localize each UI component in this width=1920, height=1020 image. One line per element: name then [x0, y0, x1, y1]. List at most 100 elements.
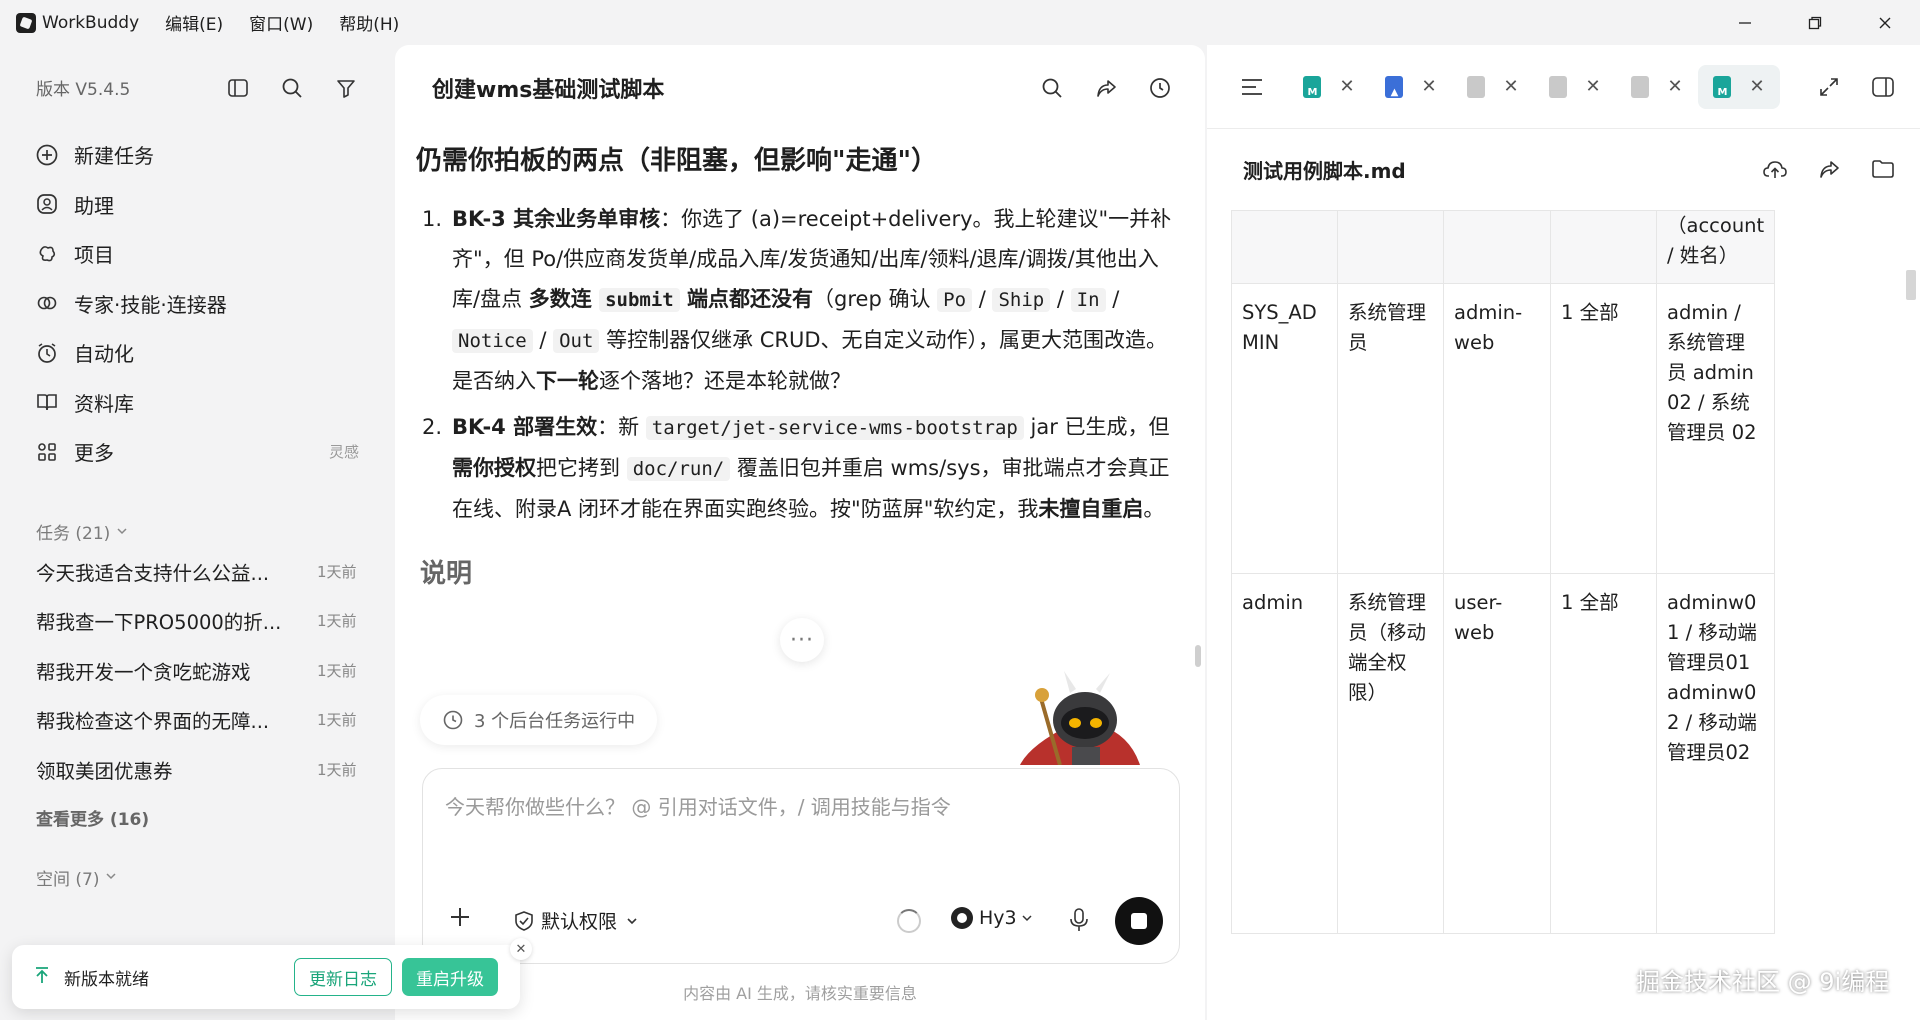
- nav-label: 资料库: [74, 391, 134, 416]
- close-tab-icon[interactable]: ✕: [1421, 76, 1436, 97]
- menu-edit[interactable]: 编辑(E): [165, 10, 223, 35]
- file-tab-bar: M ✕ ▲ ✕ ✕ ✕ ✕ M ✕: [1207, 45, 1920, 129]
- app-name: WorkBuddy: [42, 12, 140, 33]
- share-icon[interactable]: [1802, 149, 1856, 189]
- close-tab-icon[interactable]: ✕: [1339, 76, 1354, 97]
- search-icon[interactable]: [1025, 68, 1079, 108]
- message-content: 仍需你拍板的两点（非阻塞，但影响"走通"） 1. BK-3 其余业务单审核：你选了…: [416, 140, 1175, 590]
- close-tab-icon[interactable]: ✕: [1749, 76, 1764, 97]
- inline-code: Ship: [992, 288, 1051, 312]
- close-tab-icon[interactable]: ✕: [1667, 76, 1682, 97]
- message-input[interactable]: 今天帮你做些什么？ @ 引用对话文件，/ 调用技能与指令: [445, 791, 951, 820]
- table-cell: [1337, 210, 1444, 284]
- microphone-icon[interactable]: [1067, 907, 1091, 933]
- task-time: 1天前: [317, 562, 357, 581]
- table-cell: [1550, 210, 1657, 284]
- menu-lines-icon[interactable]: [1234, 69, 1270, 105]
- item-text: （grep 确认: [813, 287, 938, 311]
- file-tab[interactable]: ✕: [1534, 65, 1616, 109]
- nav-more[interactable]: 更多 灵感: [34, 427, 395, 477]
- restore-icon[interactable]: [1780, 0, 1850, 45]
- model-selector[interactable]: Hy3: [951, 907, 1033, 929]
- upload-cloud-icon[interactable]: [1748, 149, 1802, 189]
- separator: /: [532, 328, 554, 352]
- task-item[interactable]: 今天我适合支持什么公益... 1天前: [0, 547, 395, 597]
- file-tab[interactable]: ▲ ✕: [1370, 65, 1452, 109]
- nav-automation[interactable]: 自动化: [34, 328, 395, 378]
- close-window-icon[interactable]: [1850, 0, 1920, 45]
- inline-code: In: [1070, 288, 1106, 312]
- history-icon[interactable]: [1133, 68, 1187, 108]
- filter-icon[interactable]: [319, 68, 373, 108]
- nav-label: 助理: [74, 193, 114, 218]
- item-bold: BK-4 部署生效: [452, 415, 598, 439]
- attach-plus-icon[interactable]: [449, 901, 471, 936]
- task-title: 帮我开发一个贪吃蛇游戏: [36, 660, 251, 684]
- close-icon[interactable]: ✕: [510, 938, 532, 960]
- nav-library[interactable]: 资料库: [34, 378, 395, 428]
- stop-generation-button[interactable]: [1115, 897, 1163, 945]
- task-title: 领取美团优惠券: [36, 759, 173, 783]
- inspiration-hint[interactable]: 灵感: [329, 441, 359, 462]
- more-options-icon[interactable]: ···: [780, 618, 824, 662]
- file-tab[interactable]: M ✕: [1288, 65, 1370, 109]
- inline-code: doc/run/: [626, 457, 731, 481]
- sidebar-top: 版本 V5.4.5: [0, 45, 395, 130]
- table-row: SYS_ADMIN 系统管理员 admin-web 1 全部 admin / 系…: [1231, 283, 1776, 574]
- item-bold: 多数连: [528, 287, 600, 311]
- file-icon: [1631, 75, 1650, 98]
- task-item[interactable]: 帮我查一下PRO5000的折... 1天前: [0, 596, 395, 646]
- chat-scrollbar[interactable]: [1195, 645, 1201, 667]
- inline-code: submit: [599, 288, 680, 312]
- task-item[interactable]: 帮我开发一个贪吃蛇游戏 1天前: [0, 646, 395, 696]
- nav-expert[interactable]: 专家·技能·连接器: [34, 279, 395, 329]
- chat-title: 创建wms基础测试脚本: [432, 77, 665, 103]
- search-icon[interactable]: [265, 68, 319, 108]
- document-scrollbar[interactable]: [1906, 270, 1916, 300]
- nav-new-task[interactable]: 新建任务: [34, 130, 395, 180]
- item-text: ：新: [597, 415, 646, 439]
- nav-project[interactable]: 项目: [34, 229, 395, 279]
- minimize-icon[interactable]: [1710, 0, 1780, 45]
- toggle-panel-icon[interactable]: [1856, 67, 1910, 107]
- changelog-button[interactable]: 更新日志: [294, 958, 392, 996]
- inline-code: target/jet-service-wms-bootstrap: [645, 416, 1024, 440]
- message-heading: 仍需你拍板的两点（非阻塞，但影响"走通"）: [416, 146, 938, 176]
- chevron-down-icon: [105, 867, 117, 887]
- nav-assistant[interactable]: 助理: [34, 180, 395, 230]
- close-tab-icon[interactable]: ✕: [1585, 76, 1600, 97]
- permission-selector[interactable]: 默认权限: [513, 907, 639, 934]
- folder-icon[interactable]: [1856, 149, 1910, 189]
- document-title: 测试用例脚本.md: [1243, 158, 1406, 183]
- list-number: 2.: [422, 415, 443, 439]
- restart-upgrade-button[interactable]: 重启升级: [402, 958, 498, 996]
- see-more-tasks[interactable]: 查看更多 (16): [0, 800, 395, 834]
- tasks-header[interactable]: 任务 (21): [0, 517, 395, 547]
- inline-code: Notice: [452, 329, 533, 353]
- toggle-sidebar-icon[interactable]: [211, 68, 265, 108]
- tasks-header-label: 任务 (21): [36, 524, 111, 544]
- decision-list: 1. BK-3 其余业务单审核：你选了 (a)=receipt+delivery。…: [420, 199, 1175, 529]
- item-text: 逐个落地？还是本轮就做？: [599, 369, 851, 393]
- file-tab[interactable]: M ✕: [1698, 64, 1780, 109]
- item-bold: 未擅自重启: [1038, 497, 1144, 521]
- table-cell: admin / 系统管理员 admin02 / 系统管理员 02: [1655, 283, 1776, 574]
- chat-header: 创建wms基础测试脚本: [395, 45, 1205, 130]
- item-bold: 需你授权: [452, 456, 536, 480]
- task-item[interactable]: 帮我检查这个界面的无障... 1天前: [0, 695, 395, 745]
- chevron-down-icon: [627, 917, 637, 924]
- menu-window[interactable]: 窗口(W): [249, 10, 313, 35]
- table-cell: [1443, 210, 1551, 284]
- table-row: admin 系统管理员（移动端全权限） user-web 1 全部 adminw…: [1231, 573, 1776, 934]
- task-item[interactable]: 领取美团优惠券 1天前: [0, 745, 395, 795]
- file-tab[interactable]: ✕: [1452, 65, 1534, 109]
- menu-help[interactable]: 帮助(H): [339, 10, 399, 35]
- watermark-text: 掘金技术社区 @ 9i编程: [1636, 968, 1890, 996]
- space-header[interactable]: 空间 (7): [0, 862, 395, 892]
- expand-icon[interactable]: [1802, 67, 1856, 107]
- share-icon[interactable]: [1079, 68, 1133, 108]
- background-tasks-pill[interactable]: 3 个后台任务运行中: [420, 695, 658, 745]
- close-tab-icon[interactable]: ✕: [1503, 76, 1518, 97]
- item-text: 。: [1143, 497, 1165, 521]
- file-tab[interactable]: ✕: [1616, 65, 1698, 109]
